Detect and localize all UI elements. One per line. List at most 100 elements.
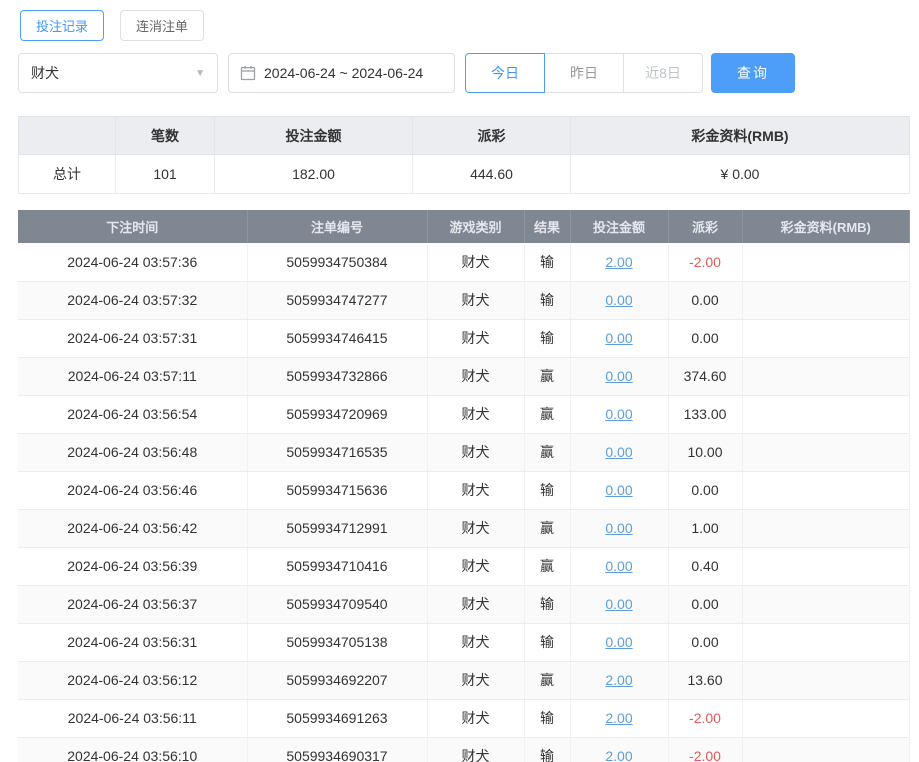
bet-amount-link[interactable]: 2.00 <box>605 672 632 688</box>
bonus-cell <box>742 395 910 433</box>
table-row: 2024-06-24 03:57:115059934732866财犬赢0.003… <box>18 357 910 395</box>
bet-amount-cell: 0.00 <box>570 585 668 623</box>
result-cell: 输 <box>524 585 570 623</box>
bet-amount-link[interactable]: 0.00 <box>605 482 632 498</box>
bonus-cell <box>742 699 910 737</box>
order-id-cell: 5059934692207 <box>247 661 427 699</box>
bet-time-cell: 2024-06-24 03:56:46 <box>18 471 247 509</box>
bet-time-cell: 2024-06-24 03:56:11 <box>18 699 247 737</box>
bet-amount-cell: 2.00 <box>570 661 668 699</box>
bet-amount-cell: 2.00 <box>570 737 668 762</box>
records-header-game-type: 游戏类别 <box>427 210 524 243</box>
bet-time-cell: 2024-06-24 03:56:37 <box>18 585 247 623</box>
summary-header-bet-amount: 投注金额 <box>215 117 413 155</box>
records-table: 下注时间 注单编号 游戏类别 结果 投注金额 派彩 彩金资料(RMB) 2024… <box>18 210 910 762</box>
payout-cell: -2.00 <box>668 243 742 281</box>
bonus-cell <box>742 509 910 547</box>
game-type-cell: 财犬 <box>427 661 524 699</box>
summary-header-row: 笔数 投注金额 派彩 彩金资料(RMB) <box>19 117 910 155</box>
bet-amount-link[interactable]: 2.00 <box>605 710 632 726</box>
summary-header-count: 笔数 <box>116 117 215 155</box>
bet-time-cell: 2024-06-24 03:57:36 <box>18 243 247 281</box>
query-button[interactable]: 查询 <box>711 53 795 93</box>
order-id-cell: 5059934747277 <box>247 281 427 319</box>
result-cell: 输 <box>524 623 570 661</box>
game-select-value: 财犬 <box>31 63 59 83</box>
game-type-cell: 财犬 <box>427 699 524 737</box>
date-range-picker[interactable]: 2024-06-24 ~ 2024-06-24 <box>228 53 455 93</box>
bet-amount-cell: 0.00 <box>570 319 668 357</box>
bet-amount-link[interactable]: 0.00 <box>605 596 632 612</box>
game-type-cell: 财犬 <box>427 737 524 762</box>
bet-amount-link[interactable]: 0.00 <box>605 520 632 536</box>
bonus-cell <box>742 433 910 471</box>
table-row: 2024-06-24 03:57:325059934747277财犬输0.000… <box>18 281 910 319</box>
tab-betting-records[interactable]: 投注记录 <box>20 10 104 41</box>
bet-amount-link[interactable]: 0.00 <box>605 368 632 384</box>
game-select[interactable]: 财犬 ▼ <box>18 53 218 93</box>
bet-time-cell: 2024-06-24 03:57:32 <box>18 281 247 319</box>
bonus-cell <box>742 471 910 509</box>
summary-table: 笔数 投注金额 派彩 彩金资料(RMB) 总计 101 182.00 444.6… <box>18 116 910 194</box>
bet-amount-cell: 0.00 <box>570 281 668 319</box>
filter-row: 财犬 ▼ 2024-06-24 ~ 2024-06-24 今日 昨日 近8日 查… <box>18 53 910 93</box>
bet-amount-link[interactable]: 0.00 <box>605 292 632 308</box>
table-row: 2024-06-24 03:56:395059934710416财犬赢0.000… <box>18 547 910 585</box>
bet-amount-cell: 0.00 <box>570 509 668 547</box>
bet-amount-link[interactable]: 0.00 <box>605 444 632 460</box>
payout-cell: 10.00 <box>668 433 742 471</box>
table-row: 2024-06-24 03:56:375059934709540财犬输0.000… <box>18 585 910 623</box>
quick-filter-yesterday[interactable]: 昨日 <box>544 53 624 93</box>
game-type-cell: 财犬 <box>427 319 524 357</box>
result-cell: 赢 <box>524 547 570 585</box>
game-type-cell: 财犬 <box>427 547 524 585</box>
bet-amount-cell: 0.00 <box>570 357 668 395</box>
bonus-cell <box>742 661 910 699</box>
bonus-cell <box>742 585 910 623</box>
bet-time-cell: 2024-06-24 03:56:10 <box>18 737 247 762</box>
quick-filter-last-8-days[interactable]: 近8日 <box>623 53 703 93</box>
summary-header-payout: 派彩 <box>413 117 571 155</box>
table-row: 2024-06-24 03:56:315059934705138财犬输0.000… <box>18 623 910 661</box>
records-header-order-id: 注单编号 <box>247 210 427 243</box>
bonus-cell <box>742 737 910 762</box>
quick-filter-today[interactable]: 今日 <box>465 53 545 93</box>
table-row: 2024-06-24 03:56:125059934692207财犬赢2.001… <box>18 661 910 699</box>
bet-amount-cell: 0.00 <box>570 471 668 509</box>
payout-cell: 0.00 <box>668 319 742 357</box>
bet-time-cell: 2024-06-24 03:57:31 <box>18 319 247 357</box>
order-id-cell: 5059934691263 <box>247 699 427 737</box>
date-range-value: 2024-06-24 ~ 2024-06-24 <box>264 65 423 81</box>
payout-cell: 0.00 <box>668 471 742 509</box>
bet-amount-cell: 2.00 <box>570 699 668 737</box>
calendar-icon <box>240 65 256 81</box>
summary-total-bet-amount: 182.00 <box>215 155 413 194</box>
chevron-down-icon: ▼ <box>195 68 205 79</box>
order-id-cell: 5059934710416 <box>247 547 427 585</box>
betting-records-page: 投注记录 连消注单 财犬 ▼ 2024-06-24 ~ 2024-06-24 今… <box>0 0 919 762</box>
order-id-cell: 5059934705138 <box>247 623 427 661</box>
payout-cell: -2.00 <box>668 737 742 762</box>
bet-amount-link[interactable]: 0.00 <box>605 330 632 346</box>
result-cell: 赢 <box>524 661 570 699</box>
bet-amount-link[interactable]: 0.00 <box>605 558 632 574</box>
bet-amount-link[interactable]: 0.00 <box>605 406 632 422</box>
result-cell: 输 <box>524 699 570 737</box>
summary-header-bonus: 彩金资料(RMB) <box>571 117 910 155</box>
table-row: 2024-06-24 03:57:315059934746415财犬输0.000… <box>18 319 910 357</box>
order-id-cell: 5059934750384 <box>247 243 427 281</box>
quick-filter-group: 今日 昨日 近8日 <box>465 53 703 93</box>
summary-total-row: 总计 101 182.00 444.60 ¥ 0.00 <box>19 155 910 194</box>
bet-amount-link[interactable]: 2.00 <box>605 748 632 762</box>
tab-cancelled-orders[interactable]: 连消注单 <box>120 10 204 41</box>
bet-amount-link[interactable]: 2.00 <box>605 254 632 270</box>
order-id-cell: 5059934720969 <box>247 395 427 433</box>
bet-time-cell: 2024-06-24 03:56:42 <box>18 509 247 547</box>
bet-amount-link[interactable]: 0.00 <box>605 634 632 650</box>
records-header-result: 结果 <box>524 210 570 243</box>
payout-cell: 0.40 <box>668 547 742 585</box>
payout-cell: 374.60 <box>668 357 742 395</box>
bet-amount-cell: 0.00 <box>570 547 668 585</box>
table-row: 2024-06-24 03:56:425059934712991财犬赢0.001… <box>18 509 910 547</box>
payout-cell: 13.60 <box>668 661 742 699</box>
